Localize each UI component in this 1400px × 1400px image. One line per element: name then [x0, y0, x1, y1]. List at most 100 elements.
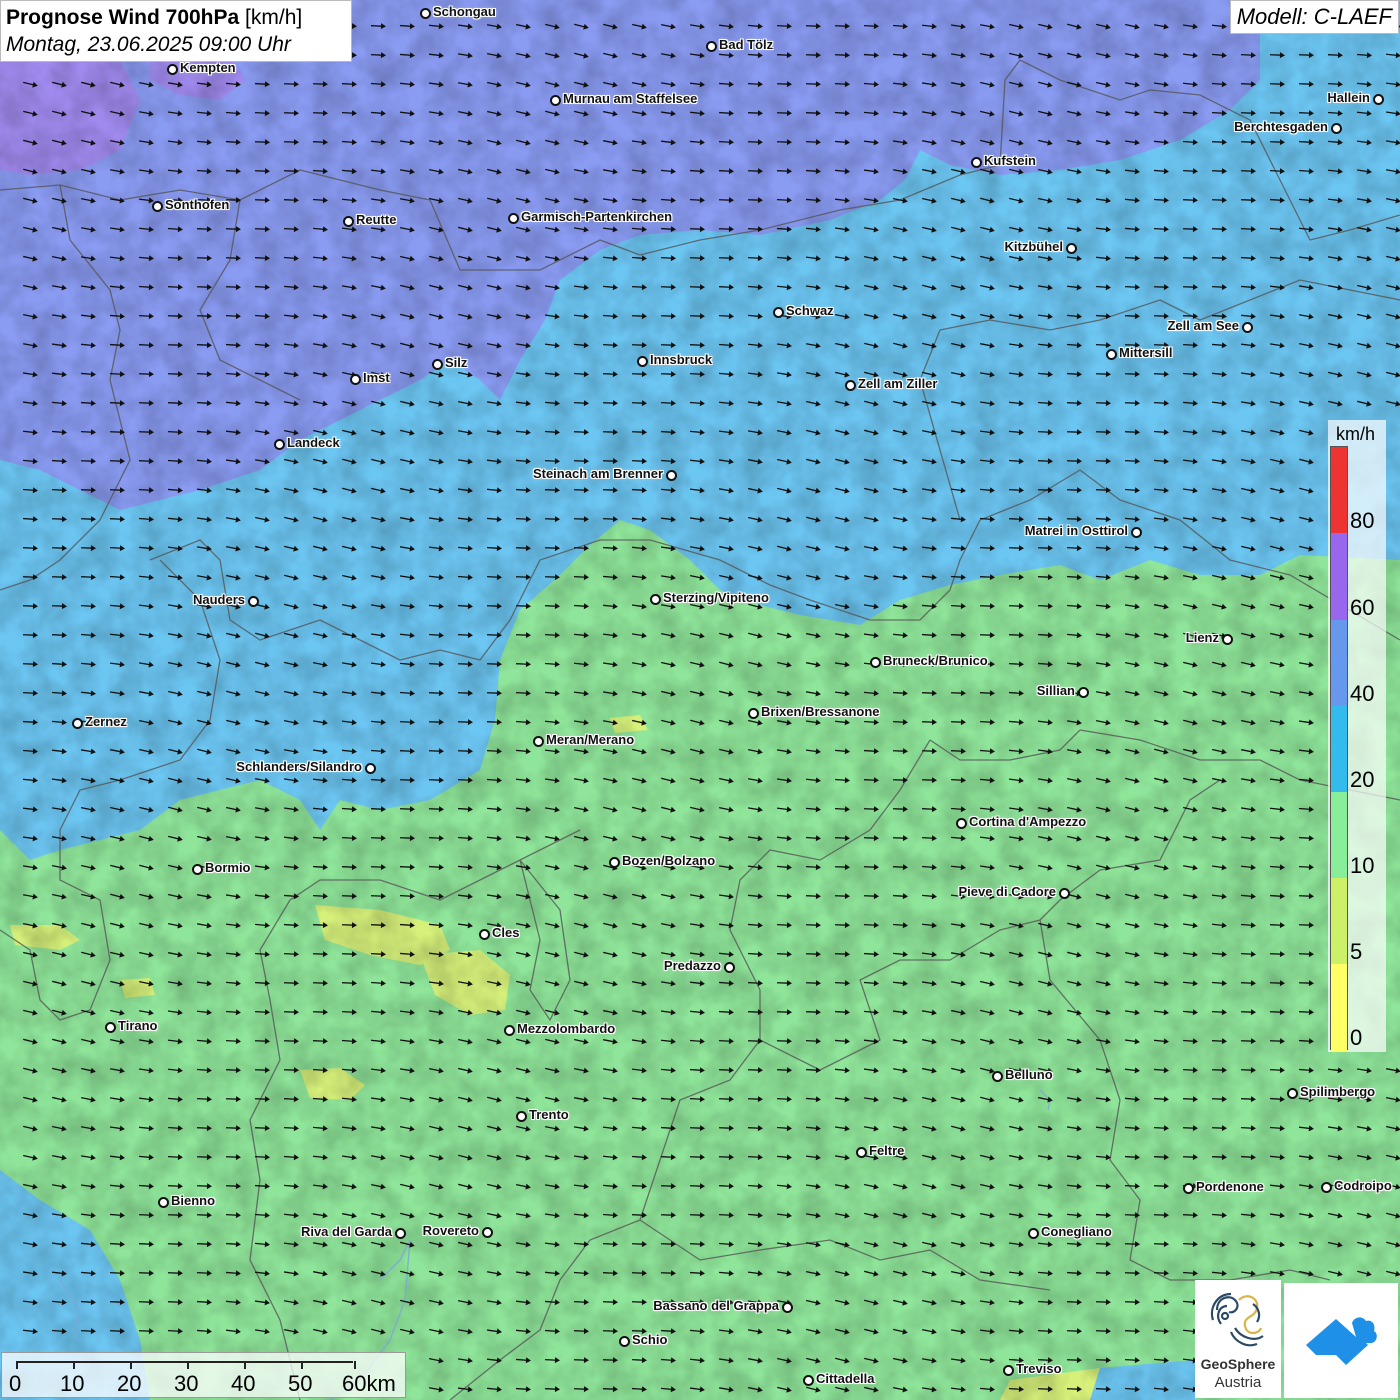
city-marker[interactable] — [773, 307, 784, 318]
city-label: Lienz — [1185, 630, 1219, 645]
legend-seg-40 — [1331, 620, 1347, 706]
city-marker[interactable] — [274, 439, 285, 450]
city-marker[interactable] — [1287, 1088, 1298, 1099]
city-marker[interactable] — [479, 929, 490, 940]
legend-seg-80 — [1331, 447, 1347, 533]
scale-tick — [73, 1361, 75, 1369]
city-label: Matrei in Osttirol — [1024, 523, 1128, 538]
city-marker[interactable] — [956, 818, 967, 829]
city-marker[interactable] — [516, 1111, 527, 1122]
city-marker[interactable] — [782, 1302, 793, 1313]
city-label: Belluno — [1005, 1067, 1053, 1082]
model-label: Modell: C-LAEF — [1229, 0, 1399, 34]
legend-tick-0: 0 — [1350, 1025, 1363, 1050]
city-label: Mezzolombardo — [517, 1021, 616, 1036]
city-marker[interactable] — [650, 594, 661, 605]
city-label: Pieve di Cadore — [958, 884, 1056, 899]
city-marker[interactable] — [365, 763, 376, 774]
city-label: Cittadella — [816, 1371, 875, 1386]
city-marker[interactable] — [533, 736, 544, 747]
city-marker[interactable] — [1106, 349, 1117, 360]
city-marker[interactable] — [1028, 1228, 1039, 1239]
city-label: Sterzing/Vipiteno — [663, 590, 769, 605]
city-label: Steinach am Brenner — [532, 466, 663, 481]
legend-seg-20 — [1331, 706, 1347, 792]
city-marker[interactable] — [105, 1022, 116, 1033]
wind-map[interactable]: Prognose Wind 700hPa [km/h] Montag, 23.0… — [0, 0, 1400, 1400]
scale-label-30: 30 — [174, 1371, 199, 1396]
city-label: Rovereto — [422, 1223, 479, 1238]
city-marker[interactable] — [420, 8, 431, 19]
city-marker[interactable] — [971, 157, 982, 168]
city-label: Innsbruck — [650, 352, 713, 367]
city-marker[interactable] — [192, 864, 203, 875]
city-marker[interactable] — [1059, 888, 1070, 899]
city-marker[interactable] — [395, 1228, 406, 1239]
geosphere-text-line2: Austria — [1214, 1374, 1262, 1391]
city-label: Kempten — [180, 60, 236, 75]
city-marker[interactable] — [1078, 687, 1089, 698]
city-marker[interactable] — [666, 470, 677, 481]
city-marker[interactable] — [724, 962, 735, 973]
city-marker[interactable] — [248, 596, 259, 607]
cloud-chevron-icon — [1306, 1317, 1377, 1365]
city-marker[interactable] — [1242, 322, 1253, 333]
city-label: Berchtesgaden — [1234, 119, 1328, 134]
city-label: Schongau — [433, 4, 496, 19]
title-box: Prognose Wind 700hPa [km/h] Montag, 23.0… — [0, 0, 352, 62]
city-marker[interactable] — [72, 718, 83, 729]
city-label: Tirano — [118, 1018, 158, 1033]
scale-label-20: 20 — [117, 1371, 142, 1396]
city-marker[interactable] — [1183, 1183, 1194, 1194]
city-label: Feltre — [869, 1143, 905, 1158]
city-label: Zernez — [85, 714, 127, 729]
city-label: Bad Tölz — [719, 37, 774, 52]
city-marker[interactable] — [1003, 1365, 1014, 1376]
city-marker[interactable] — [1373, 94, 1384, 105]
city-marker[interactable] — [845, 380, 856, 391]
city-marker[interactable] — [432, 359, 443, 370]
city-marker[interactable] — [637, 356, 648, 367]
city-marker[interactable] — [609, 857, 620, 868]
city-marker[interactable] — [1222, 634, 1233, 645]
city-marker[interactable] — [870, 657, 881, 668]
legend-tick-80: 80 — [1350, 508, 1375, 533]
city-marker[interactable] — [508, 213, 519, 224]
city-marker[interactable] — [1331, 123, 1342, 134]
city-marker[interactable] — [992, 1071, 1003, 1082]
city-marker[interactable] — [1131, 527, 1142, 538]
scale-label-50: 50 — [288, 1371, 313, 1396]
legend-seg-60 — [1331, 533, 1347, 620]
city-label: Zell am See — [1167, 318, 1239, 333]
legend-tick-20: 20 — [1350, 767, 1375, 792]
legend-tick-40: 40 — [1350, 681, 1375, 706]
city-marker[interactable] — [158, 1197, 169, 1208]
city-marker[interactable] — [152, 201, 163, 212]
map-title-unit: [km/h] — [245, 6, 303, 29]
weather-app-logo[interactable] — [1284, 1283, 1398, 1398]
city-marker[interactable] — [803, 1375, 814, 1386]
city-label: Bruneck/Brunico — [883, 653, 988, 668]
city-marker[interactable] — [706, 41, 717, 52]
city-marker[interactable] — [504, 1025, 515, 1036]
city-marker[interactable] — [343, 216, 354, 227]
scale-label-0: 0 — [9, 1371, 22, 1396]
legend-seg-10 — [1331, 792, 1347, 878]
city-marker[interactable] — [482, 1227, 493, 1238]
map-title-main: Prognose Wind 700hPa — [6, 6, 240, 29]
city-label: Zell am Ziller — [858, 376, 938, 391]
scale-tick — [16, 1361, 18, 1369]
city-marker[interactable] — [856, 1147, 867, 1158]
city-marker[interactable] — [619, 1336, 630, 1347]
city-marker[interactable] — [1321, 1182, 1332, 1193]
city-marker[interactable] — [350, 374, 361, 385]
city-marker[interactable] — [748, 708, 759, 719]
city-label: Murnau am Staffelsee — [563, 91, 698, 106]
city-marker[interactable] — [1066, 243, 1077, 254]
geosphere-logo[interactable]: GeoSphere Austria — [1195, 1280, 1281, 1398]
city-marker[interactable] — [550, 95, 561, 106]
scale-tick — [187, 1361, 189, 1369]
city-marker[interactable] — [167, 64, 178, 75]
city-label: Cortina d'Ampezzo — [969, 814, 1087, 829]
legend-seg-5 — [1331, 878, 1347, 964]
